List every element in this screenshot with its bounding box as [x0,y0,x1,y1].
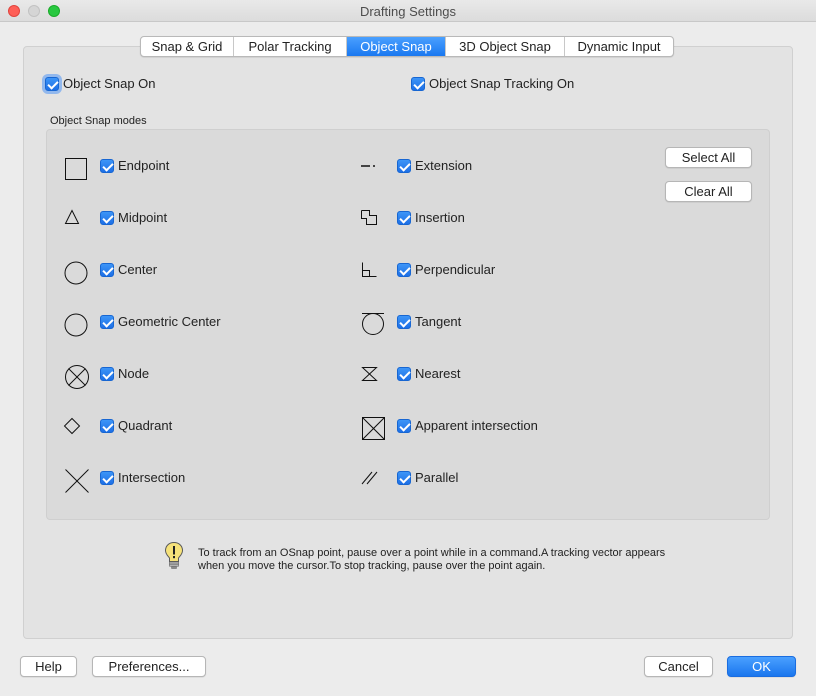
parallel-icon [361,470,379,486]
midpoint-icon [64,209,80,225]
extension-icon [360,160,378,172]
lightbulb-icon [164,541,184,574]
intersection-checkbox[interactable] [100,471,114,485]
parallel-label: Parallel [415,470,459,485]
node-label: Node [118,366,150,381]
endpoint-label: Endpoint [118,158,170,173]
clear-all-button[interactable]: Clear All [665,181,752,202]
ok-button[interactable]: OK [727,656,796,677]
object-snap-tracking-on-label: Object Snap Tracking On [429,76,575,91]
tab-bar: Snap & Grid Polar Tracking Object Snap 3… [140,36,674,57]
midpoint-checkbox[interactable] [100,211,114,225]
object-snap-on-label: Object Snap On [63,76,156,91]
tracking-hint-text: To track from an OSnap point, pause over… [198,547,666,572]
tab-object-snap[interactable]: Object Snap [347,37,446,56]
tab-snap-grid[interactable]: Snap & Grid [141,37,234,56]
geometric-center-checkbox[interactable] [100,315,114,329]
tab-dynamic-input[interactable]: Dynamic Input [565,37,673,56]
center-checkbox[interactable] [100,263,114,277]
intersection-icon [64,468,90,494]
extension-label: Extension [415,158,473,173]
endpoint-icon [64,156,88,180]
apparent-intersection-icon [361,416,387,442]
apparent-intersection-checkbox[interactable] [397,419,411,433]
insertion-label: Insertion [415,210,465,225]
object-snap-on-checkbox[interactable] [45,77,59,91]
window-title: Drafting Settings [359,4,457,19]
object-snap-tracking-on-checkbox[interactable] [411,77,425,91]
nearest-checkbox[interactable] [397,367,411,381]
perpendicular-label: Perpendicular [415,262,496,277]
select-all-button[interactable]: Select All [665,147,752,168]
tangent-icon [360,311,386,337]
title-bar: Drafting Settings [0,0,816,22]
help-button[interactable]: Help [20,656,77,677]
apparent-intersection-label: Apparent intersection [415,418,538,433]
geometric-center-icon [64,313,88,337]
nearest-icon [361,366,379,382]
perpendicular-icon [360,261,378,279]
object-snap-modes-title: Object Snap modes [50,115,147,127]
quadrant-checkbox[interactable] [100,419,114,433]
tangent-checkbox[interactable] [397,315,411,329]
parallel-checkbox[interactable] [397,471,411,485]
node-checkbox[interactable] [100,367,114,381]
tangent-label: Tangent [415,314,462,329]
quadrant-icon [63,417,81,435]
endpoint-checkbox[interactable] [100,159,114,173]
nearest-label: Nearest [415,366,461,381]
insertion-checkbox[interactable] [397,211,411,225]
preferences-button[interactable]: Preferences... [92,656,206,677]
perpendicular-checkbox[interactable] [397,263,411,277]
geometric-center-label: Geometric Center [118,314,221,329]
cancel-button[interactable]: Cancel [644,656,713,677]
center-icon [64,261,88,285]
extension-checkbox[interactable] [397,159,411,173]
tab-3d-object-snap[interactable]: 3D Object Snap [446,37,565,56]
tab-polar-tracking[interactable]: Polar Tracking [234,37,347,56]
center-label: Center [118,262,158,277]
midpoint-label: Midpoint [118,210,168,225]
insertion-icon [360,209,378,227]
intersection-label: Intersection [118,470,186,485]
quadrant-label: Quadrant [118,418,173,433]
node-icon [64,364,90,390]
